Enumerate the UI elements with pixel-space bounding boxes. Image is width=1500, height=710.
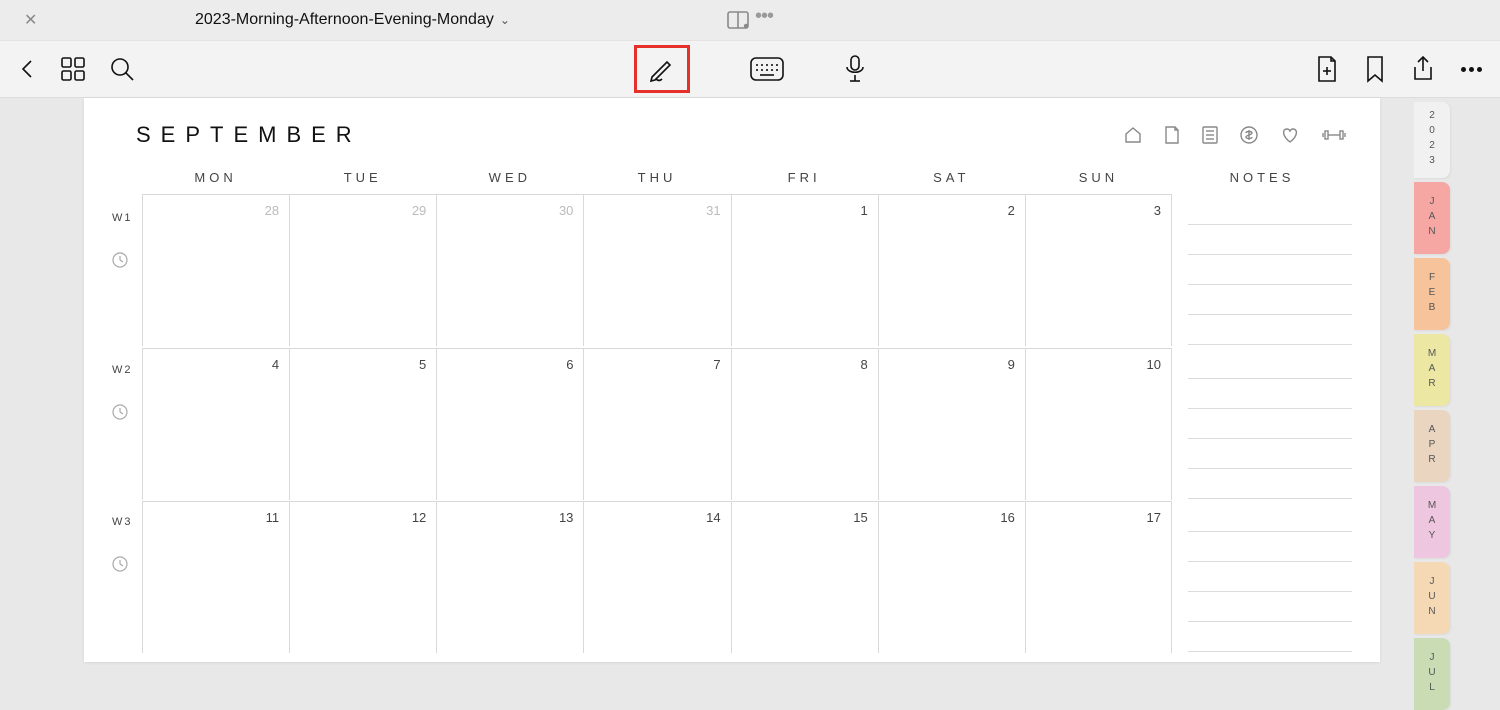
thumbnails-button[interactable] <box>60 56 86 82</box>
day-number: 8 <box>860 357 867 372</box>
day-cell[interactable]: 4 <box>142 348 289 500</box>
day-cell[interactable]: 2 <box>878 194 1025 346</box>
workspace: SEPTEMBER W1 W2 W3 MONTUEWEDTHUFRISATSUNNO… <box>0 98 1500 662</box>
day-cell[interactable]: 16 <box>878 501 1025 653</box>
finance-icon[interactable] <box>1240 126 1258 144</box>
tab-month[interactable]: JUN <box>1414 562 1450 634</box>
notes-cell[interactable] <box>1172 348 1352 501</box>
calendar-grid: W1W2W3 MONTUEWEDTHUFRISATSUNNOTES2829303… <box>112 170 1352 654</box>
clock-icon[interactable] <box>112 252 128 273</box>
day-cell[interactable]: 12 <box>289 501 436 653</box>
clock-icon[interactable] <box>112 404 128 425</box>
day-number: 1 <box>860 203 867 218</box>
close-icon[interactable]: ✕ <box>24 10 37 30</box>
day-number: 15 <box>853 510 867 525</box>
page-nav-icons <box>1124 126 1346 144</box>
week-label: W2 <box>112 364 133 376</box>
document-title-text: 2023-Morning-Afternoon-Evening-Monday <box>195 11 494 29</box>
day-cell[interactable]: 17 <box>1025 501 1172 653</box>
day-number: 13 <box>559 510 573 525</box>
day-header: SUN <box>1025 170 1172 194</box>
document-title-dropdown[interactable]: 2023-Morning-Afternoon-Evening-Monday ⌄ <box>195 11 510 29</box>
day-cell[interactable]: 8 <box>731 348 878 500</box>
day-number: 12 <box>412 510 426 525</box>
day-number: 9 <box>1008 357 1015 372</box>
titlebar: ✕ 2023-Morning-Afternoon-Evening-Monday … <box>0 0 1500 40</box>
day-number: 31 <box>706 203 720 218</box>
day-number: 29 <box>412 203 426 218</box>
day-number: 5 <box>419 357 426 372</box>
day-number: 3 <box>1154 203 1161 218</box>
page-icon[interactable] <box>1164 126 1180 144</box>
day-number: 14 <box>706 510 720 525</box>
day-cell[interactable]: 10 <box>1025 348 1172 500</box>
day-cell[interactable]: 5 <box>289 348 436 500</box>
split-view-icon[interactable] <box>727 11 749 29</box>
clock-icon[interactable] <box>112 556 128 577</box>
day-cell[interactable]: 6 <box>436 348 583 500</box>
tab-month[interactable]: JUL <box>1414 638 1450 710</box>
search-button[interactable] <box>108 55 136 83</box>
day-number: 4 <box>272 357 279 372</box>
day-header: WED <box>436 170 583 194</box>
day-cell[interactable]: 28 <box>142 194 289 346</box>
day-number: 16 <box>1000 510 1014 525</box>
day-number: 28 <box>265 203 279 218</box>
day-header: MON <box>142 170 289 194</box>
pen-tool-button[interactable] <box>634 45 690 93</box>
day-cell[interactable]: 31 <box>583 194 730 346</box>
day-cell[interactable]: 30 <box>436 194 583 346</box>
page-header: SEPTEMBER <box>112 122 1352 148</box>
day-cell[interactable]: 3 <box>1025 194 1172 346</box>
tab-month[interactable]: MAY <box>1414 486 1450 558</box>
day-number: 10 <box>1147 357 1161 372</box>
day-header: THU <box>583 170 730 194</box>
home-icon[interactable] <box>1124 126 1142 144</box>
fitness-icon[interactable] <box>1322 126 1346 144</box>
week-label: W3 <box>112 516 133 528</box>
day-cell[interactable]: 1 <box>731 194 878 346</box>
bookmark-button[interactable] <box>1365 55 1385 83</box>
more-button[interactable] <box>1461 67 1482 72</box>
tab-year[interactable]: 2023 <box>1414 102 1450 178</box>
toolbar <box>0 40 1500 98</box>
day-number: 17 <box>1147 510 1161 525</box>
tab-month[interactable]: FEB <box>1414 258 1450 330</box>
day-cell[interactable]: 15 <box>731 501 878 653</box>
titlebar-center-controls: ••• <box>727 11 773 29</box>
keyboard-tool-button[interactable] <box>750 57 784 81</box>
week-label: W1 <box>112 212 133 224</box>
day-header: FRI <box>731 170 878 194</box>
tab-month[interactable]: APR <box>1414 410 1450 482</box>
side-tabs: 2023 JAN FEB MAR APR MAY JUN JUL <box>1414 102 1450 710</box>
day-number: 7 <box>713 357 720 372</box>
day-cell[interactable]: 14 <box>583 501 730 653</box>
day-number: 6 <box>566 357 573 372</box>
day-number: 11 <box>266 510 280 525</box>
month-title: SEPTEMBER <box>136 122 362 148</box>
day-number: 2 <box>1008 203 1015 218</box>
chevron-down-icon: ⌄ <box>500 13 510 27</box>
day-cell[interactable]: 7 <box>583 348 730 500</box>
back-button[interactable] <box>18 57 38 81</box>
add-page-button[interactable] <box>1315 55 1339 83</box>
day-header: SAT <box>878 170 1025 194</box>
microphone-button[interactable] <box>844 54 866 84</box>
tab-month[interactable]: MAR <box>1414 334 1450 406</box>
tab-month[interactable]: JAN <box>1414 182 1450 254</box>
day-header: TUE <box>289 170 436 194</box>
day-number: 30 <box>559 203 573 218</box>
day-cell[interactable]: 13 <box>436 501 583 653</box>
day-cell[interactable]: 29 <box>289 194 436 346</box>
share-button[interactable] <box>1411 55 1435 83</box>
notes-cell[interactable] <box>1172 194 1352 347</box>
day-cell[interactable]: 11 <box>142 501 289 653</box>
heart-icon[interactable] <box>1280 126 1300 144</box>
day-cell[interactable]: 9 <box>878 348 1025 500</box>
list-icon[interactable] <box>1202 126 1218 144</box>
planner-page[interactable]: SEPTEMBER W1 W2 W3 MONTUEWEDTHUFRISATSUNNO… <box>84 98 1380 662</box>
day-header: NOTES <box>1172 170 1352 194</box>
notes-cell[interactable] <box>1172 501 1352 654</box>
